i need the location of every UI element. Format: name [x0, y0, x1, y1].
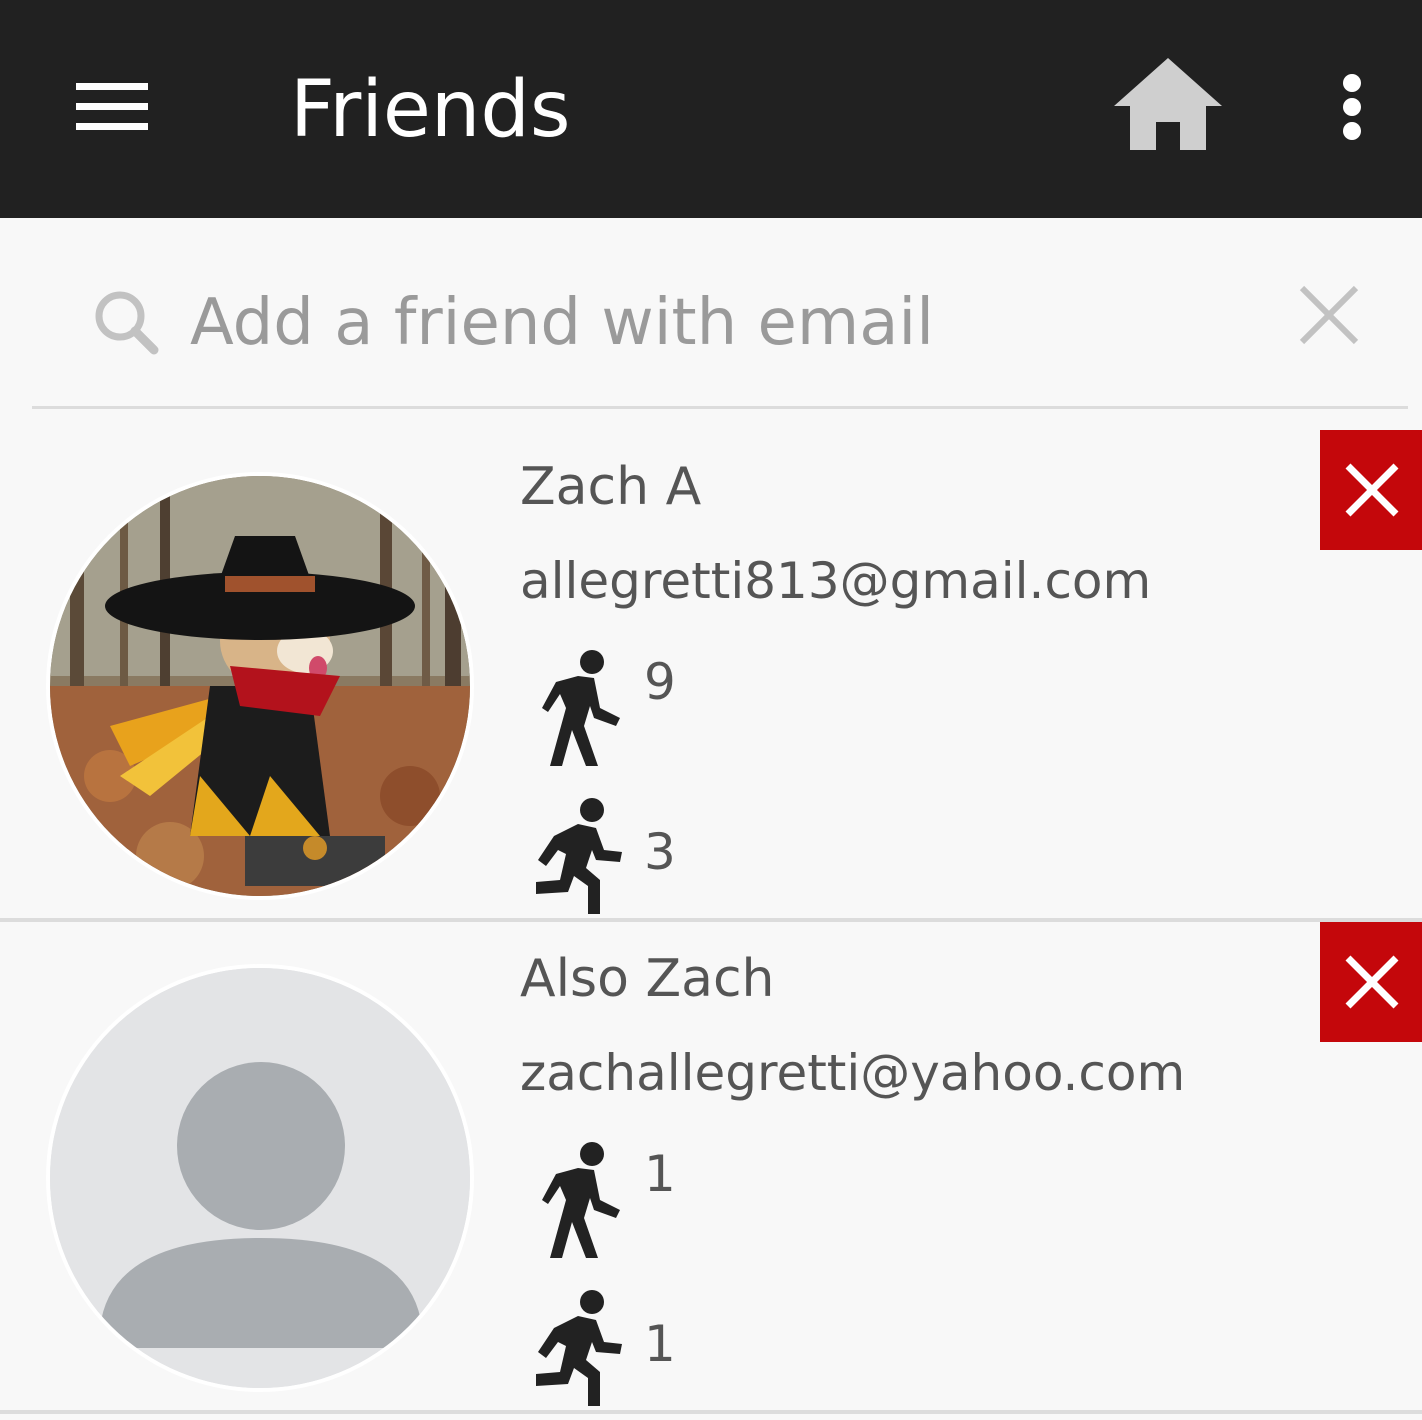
remove-friend-button[interactable] — [1320, 430, 1422, 550]
close-icon — [1345, 955, 1399, 1009]
search-icon — [90, 286, 162, 358]
app-toolbar: Friends — [0, 0, 1422, 218]
friend-list-item[interactable]: Zach A allegretti813@gmail.com 9 3 — [0, 430, 1422, 922]
friend-email: allegretti813@gmail.com — [520, 552, 1152, 610]
running-person-icon — [530, 796, 628, 914]
friend-name: Also Zach — [520, 949, 775, 1009]
hamburger-menu-icon[interactable] — [62, 62, 162, 152]
avatar — [46, 964, 474, 1392]
friend-list-item[interactable]: Also Zach zachallegretti@yahoo.com 1 1 — [0, 922, 1422, 1414]
home-icon[interactable] — [1110, 52, 1226, 156]
page-title: Friends — [290, 65, 571, 155]
default-person-avatar-icon — [50, 968, 470, 1388]
running-person-icon — [530, 1288, 628, 1406]
close-icon[interactable] — [1294, 280, 1364, 350]
walking-person-icon — [530, 648, 628, 766]
add-friend-search-bar — [32, 240, 1408, 409]
add-friend-email-input[interactable] — [190, 278, 1270, 368]
avatar — [46, 472, 474, 900]
walk-count: 9 — [644, 653, 676, 711]
remove-friend-button[interactable] — [1320, 922, 1422, 1042]
more-vert-icon[interactable] — [1322, 62, 1382, 152]
walk-count: 1 — [644, 1145, 676, 1203]
run-count: 3 — [644, 823, 676, 881]
friend-email: zachallegretti@yahoo.com — [520, 1044, 1186, 1102]
friend-name: Zach A — [520, 457, 702, 517]
walking-person-icon — [530, 1140, 628, 1258]
run-count: 1 — [644, 1315, 676, 1373]
close-icon — [1345, 463, 1399, 517]
